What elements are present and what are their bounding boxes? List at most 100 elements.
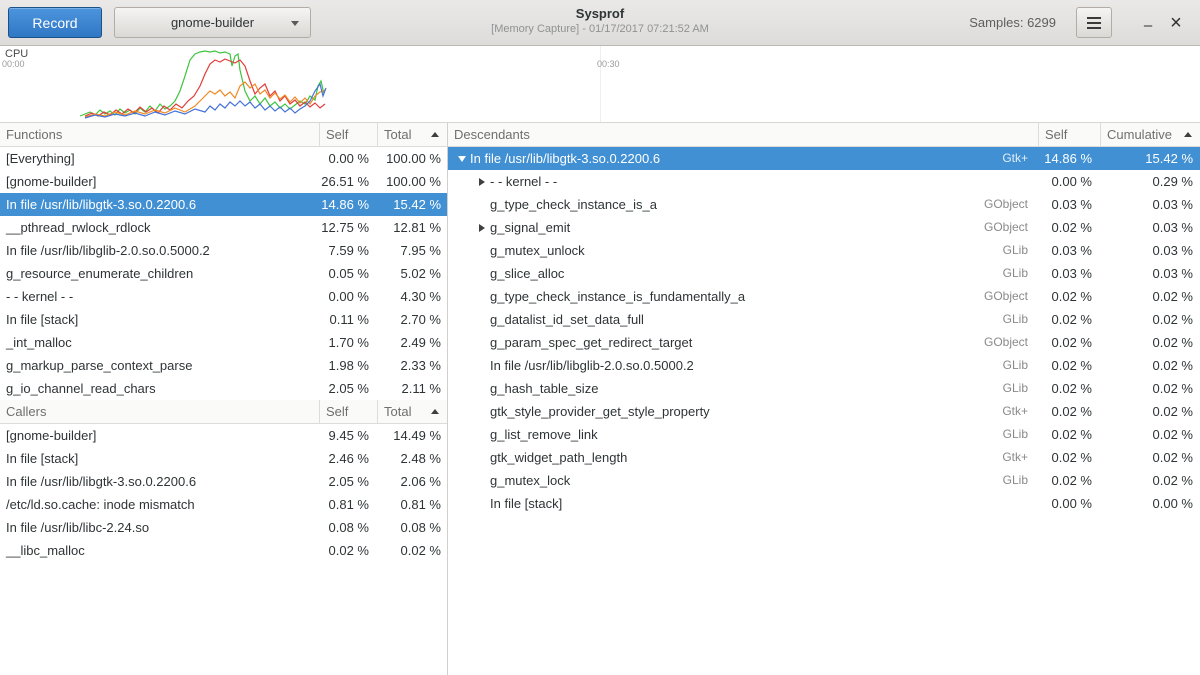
table-row[interactable]: g_io_channel_read_chars2.05 %2.11 %	[0, 377, 447, 400]
function-name-label: In file [stack]	[490, 492, 562, 515]
tree-row[interactable]: In file /usr/lib/libglib-2.0.so.0.5000.2…	[448, 354, 1200, 377]
total-percent-cell: 0.81 %	[377, 493, 447, 516]
function-name-cell: [gnome-builder]	[0, 424, 319, 447]
tree-row[interactable]: - - kernel - -0.00 %0.29 %	[448, 170, 1200, 193]
table-row[interactable]: - - kernel - -0.00 %4.30 %	[0, 285, 447, 308]
self-percent-cell: 9.45 %	[319, 424, 377, 447]
total-percent-cell: 7.95 %	[377, 239, 447, 262]
descendant-name-cell: g_slice_allocGLib	[448, 262, 1038, 285]
functions-header-row: Functions Self Total	[0, 123, 447, 147]
function-name-cell: - - kernel - -	[0, 285, 319, 308]
table-row[interactable]: In file /usr/lib/libgtk-3.so.0.2200.62.0…	[0, 470, 447, 493]
cpu-usage-chart	[0, 46, 1200, 122]
self-percent-cell: 1.70 %	[319, 331, 377, 354]
self-percent-cell: 0.02 %	[1038, 308, 1100, 331]
table-row[interactable]: In file [stack]0.11 %2.70 %	[0, 308, 447, 331]
callers-self-column-header[interactable]: Self	[319, 400, 377, 423]
functions-self-column-header[interactable]: Self	[319, 123, 377, 146]
table-row[interactable]: [Everything]0.00 %100.00 %	[0, 147, 447, 170]
total-percent-cell: 12.81 %	[377, 216, 447, 239]
callers-total-column-header[interactable]: Total	[377, 400, 447, 423]
minimize-button[interactable]: –	[1134, 7, 1162, 38]
menu-button[interactable]	[1076, 7, 1112, 38]
functions-table: [Everything]0.00 %100.00 %[gnome-builder…	[0, 147, 447, 400]
tree-row[interactable]: g_type_check_instance_is_aGObject0.03 %0…	[448, 193, 1200, 216]
total-percent-cell: 2.49 %	[377, 331, 447, 354]
descendants-cumulative-column-header[interactable]: Cumulative	[1100, 123, 1200, 146]
cpu-timeline[interactable]: CPU 00:00 00:30	[0, 46, 1200, 123]
descendants-cumulative-label: Cumulative	[1107, 127, 1172, 142]
timeline-tick-start: 00:00	[2, 59, 25, 69]
self-percent-cell: 0.02 %	[1038, 377, 1100, 400]
tree-row[interactable]: gtk_widget_path_lengthGtk+0.02 %0.02 %	[448, 446, 1200, 469]
tree-row[interactable]: g_mutex_unlockGLib0.03 %0.03 %	[448, 239, 1200, 262]
table-row[interactable]: In file [stack]2.46 %2.48 %	[0, 447, 447, 470]
table-row[interactable]: [gnome-builder]26.51 %100.00 %	[0, 170, 447, 193]
header-right-controls: Samples: 6299 – ×	[969, 0, 1190, 45]
function-name-label: g_datalist_id_set_data_full	[490, 308, 644, 331]
function-name-cell: __pthread_rwlock_rdlock	[0, 216, 319, 239]
tree-row[interactable]: g_slice_allocGLib0.03 %0.03 %	[448, 262, 1200, 285]
function-name-label: g_slice_alloc	[490, 262, 564, 285]
tree-row[interactable]: g_type_check_instance_is_fundamentally_a…	[448, 285, 1200, 308]
function-name-label: g_param_spec_get_redirect_target	[490, 331, 692, 354]
close-icon: ×	[1170, 13, 1182, 33]
function-name-cell: _int_malloc	[0, 331, 319, 354]
functions-total-column-header[interactable]: Total	[377, 123, 447, 146]
tree-row[interactable]: g_mutex_lockGLib0.02 %0.02 %	[448, 469, 1200, 492]
function-name-cell: /etc/ld.so.cache: inode mismatch	[0, 493, 319, 516]
cumulative-percent-cell: 0.03 %	[1100, 239, 1200, 262]
total-percent-cell: 14.49 %	[377, 424, 447, 447]
tree-row[interactable]: g_signal_emitGObject0.02 %0.03 %	[448, 216, 1200, 239]
tree-row[interactable]: g_param_spec_get_redirect_targetGObject0…	[448, 331, 1200, 354]
library-tag: GObject	[984, 331, 1038, 354]
process-selector-dropdown[interactable]: gnome-builder	[114, 7, 311, 38]
library-tag: GLib	[1003, 308, 1038, 331]
function-name-label: gtk_style_provider_get_style_property	[490, 400, 710, 423]
function-name-cell: In file [stack]	[0, 308, 319, 331]
self-percent-cell: 0.02 %	[1038, 446, 1100, 469]
table-row[interactable]: /etc/ld.so.cache: inode mismatch0.81 %0.…	[0, 493, 447, 516]
total-percent-cell: 100.00 %	[377, 147, 447, 170]
process-selector-label: gnome-builder	[171, 15, 254, 30]
close-button[interactable]: ×	[1162, 7, 1190, 38]
tree-row[interactable]: In file /usr/lib/libgtk-3.so.0.2200.6Gtk…	[448, 147, 1200, 170]
library-tag: Gtk+	[1002, 400, 1038, 423]
expander-open-icon[interactable]	[454, 156, 470, 162]
tree-row[interactable]: In file [stack]0.00 %0.00 %	[448, 492, 1200, 515]
callers-column-header[interactable]: Callers	[0, 400, 319, 423]
chevron-down-icon	[291, 21, 299, 26]
table-row[interactable]: In file /usr/lib/libgtk-3.so.0.2200.614.…	[0, 193, 447, 216]
descendants-self-column-header[interactable]: Self	[1038, 123, 1100, 146]
table-row[interactable]: __libc_malloc0.02 %0.02 %	[0, 539, 447, 562]
table-row[interactable]: In file /usr/lib/libc-2.24.so0.08 %0.08 …	[0, 516, 447, 539]
table-row[interactable]: g_markup_parse_context_parse1.98 %2.33 %	[0, 354, 447, 377]
self-percent-cell: 0.11 %	[319, 308, 377, 331]
tree-row[interactable]: g_hash_table_sizeGLib0.02 %0.02 %	[448, 377, 1200, 400]
tree-row[interactable]: g_list_remove_linkGLib0.02 %0.02 %	[448, 423, 1200, 446]
descendants-column-header[interactable]: Descendants	[448, 123, 1038, 146]
table-row[interactable]: In file /usr/lib/libglib-2.0.so.0.5000.2…	[0, 239, 447, 262]
callers-total-label: Total	[384, 404, 411, 419]
table-row[interactable]: [gnome-builder]9.45 %14.49 %	[0, 424, 447, 447]
sysprof-window: Record gnome-builder Sysprof [Memory Cap…	[0, 0, 1200, 675]
tree-row[interactable]: gtk_style_provider_get_style_property Gtk…	[448, 400, 1200, 423]
left-pane: Functions Self Total [Everything]0.00 %1…	[0, 123, 448, 675]
descendant-name-cell: g_mutex_unlockGLib	[448, 239, 1038, 262]
sort-ascending-icon	[1184, 132, 1192, 137]
function-name-cell: g_markup_parse_context_parse	[0, 354, 319, 377]
expander-closed-icon[interactable]	[474, 224, 490, 232]
total-percent-cell: 2.06 %	[377, 470, 447, 493]
expander-closed-icon[interactable]	[474, 178, 490, 186]
function-name-cell: g_io_channel_read_chars	[0, 377, 319, 400]
table-row[interactable]: g_resource_enumerate_children0.05 %5.02 …	[0, 262, 447, 285]
tree-row[interactable]: g_datalist_id_set_data_fullGLib0.02 %0.0…	[448, 308, 1200, 331]
function-name-cell: In file /usr/lib/libglib-2.0.so.0.5000.2	[0, 239, 319, 262]
table-row[interactable]: _int_malloc1.70 %2.49 %	[0, 331, 447, 354]
table-row[interactable]: __pthread_rwlock_rdlock12.75 %12.81 %	[0, 216, 447, 239]
record-button[interactable]: Record	[8, 7, 102, 38]
functions-column-header[interactable]: Functions	[0, 123, 319, 146]
self-percent-cell: 0.02 %	[319, 539, 377, 562]
descendant-name-cell: In file [stack]	[448, 492, 1038, 515]
cumulative-percent-cell: 0.29 %	[1100, 170, 1200, 193]
